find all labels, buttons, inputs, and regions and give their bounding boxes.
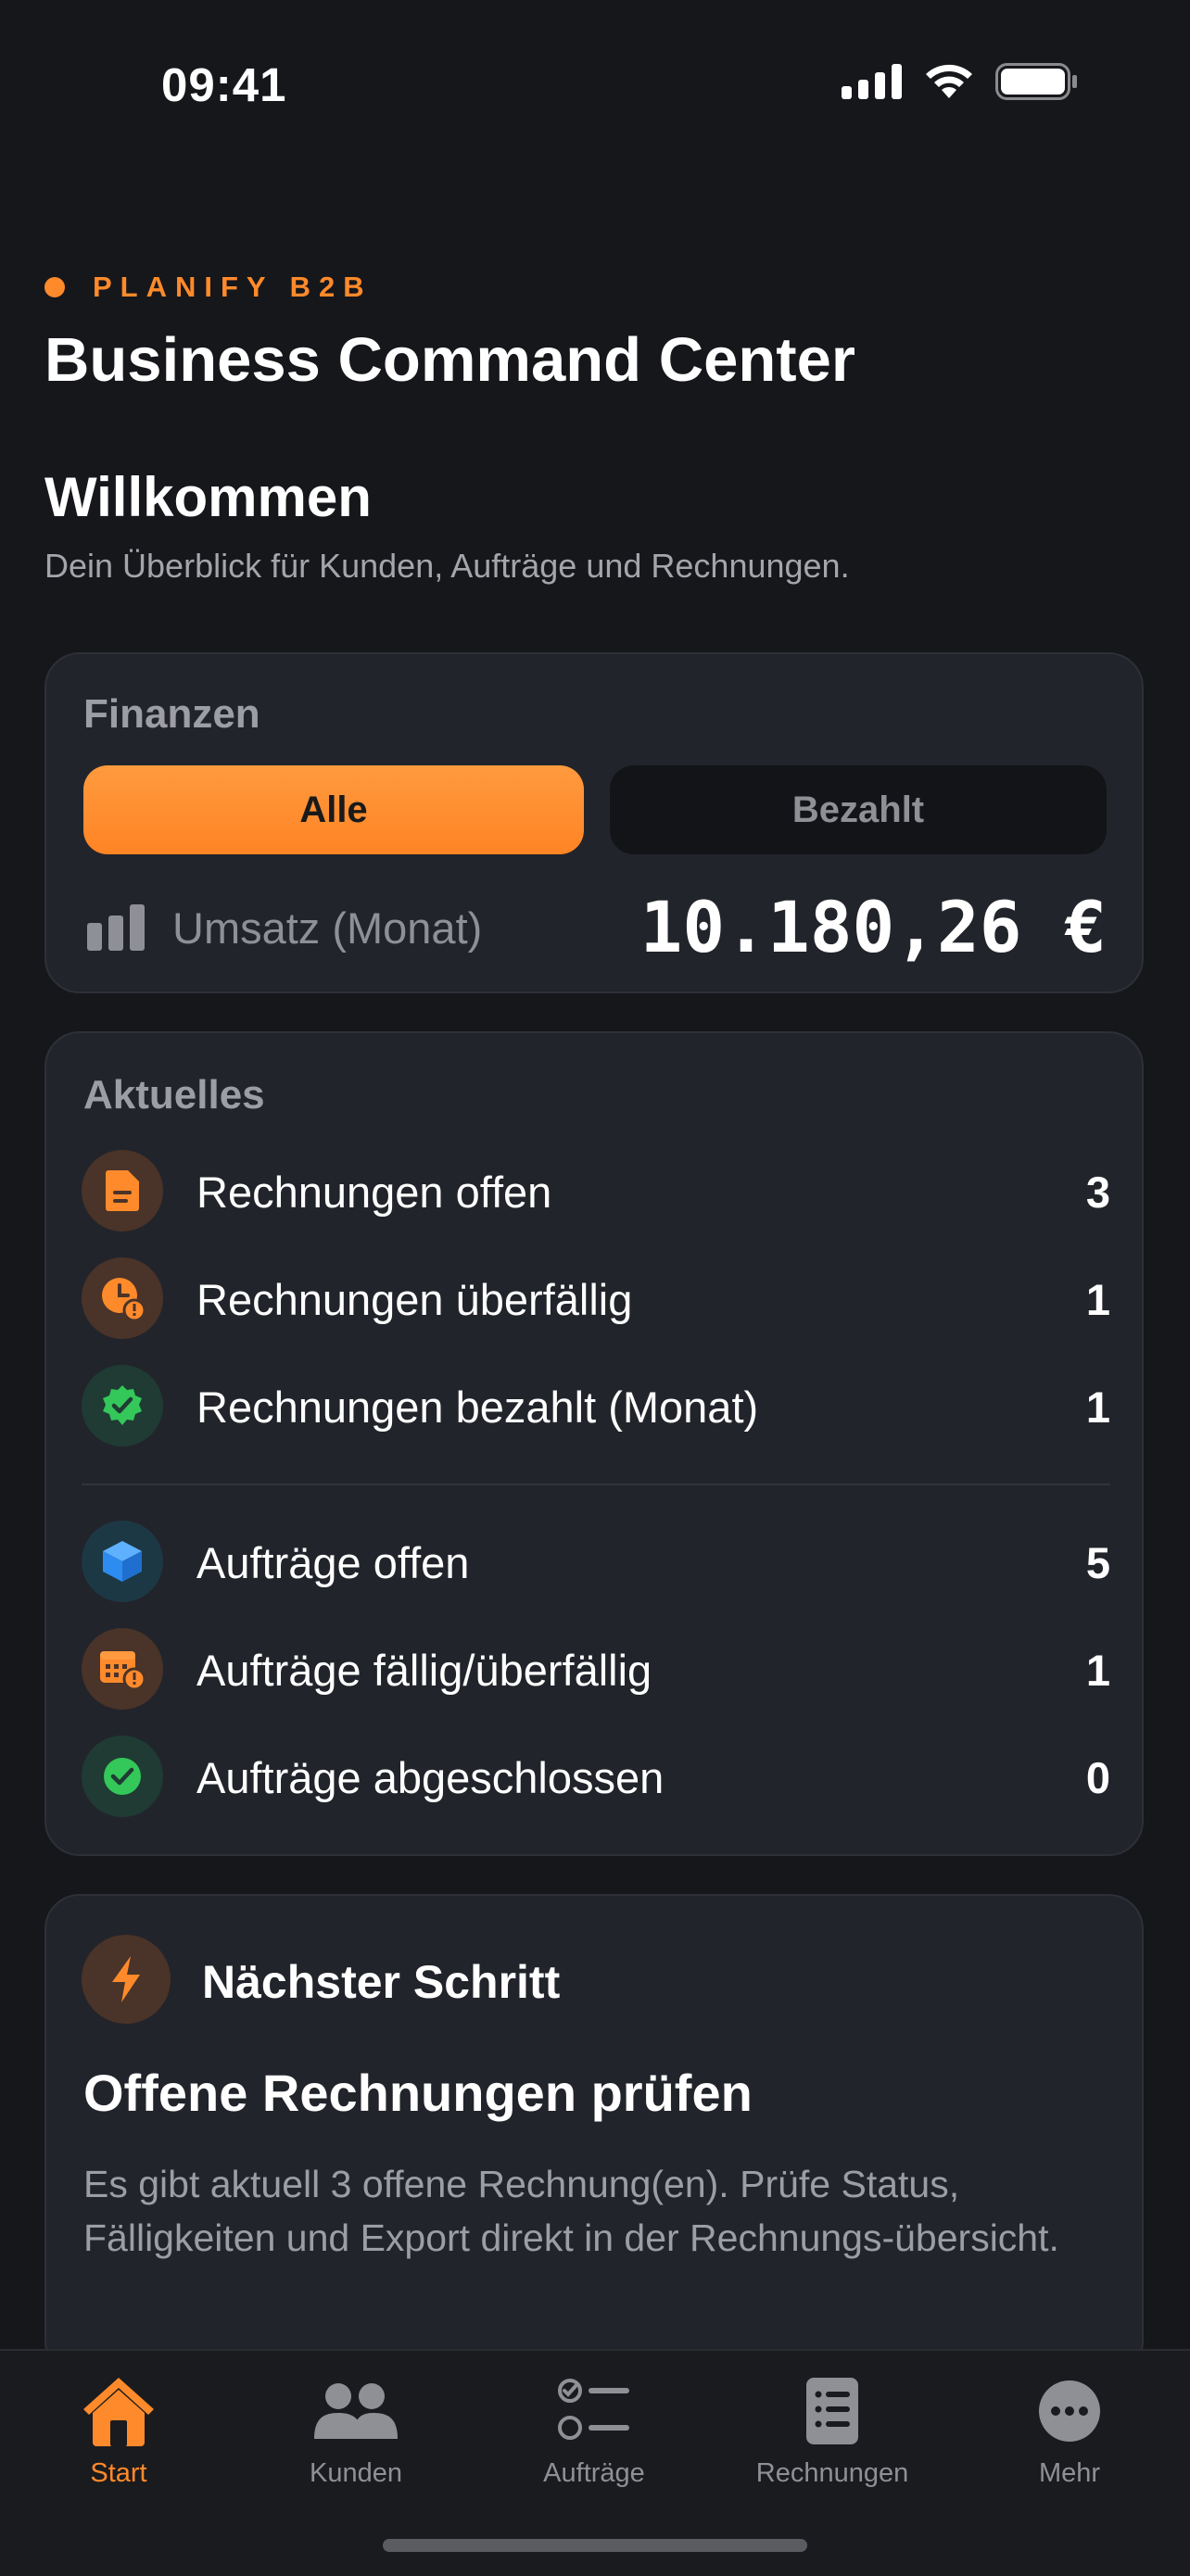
tab-label: Rechnungen xyxy=(755,2458,909,2488)
row-label: Rechnungen offen xyxy=(196,1168,552,1217)
bolt-icon xyxy=(82,1935,171,2024)
cellular-signal-icon xyxy=(842,64,902,99)
tab-auftraege[interactable]: Aufträge xyxy=(501,2369,687,2489)
tab-label: Mehr xyxy=(1038,2458,1101,2488)
finance-card: Finanzen Alle Bezahlt Umsatz (Monat) 10.… xyxy=(44,652,1144,993)
people-icon xyxy=(263,2369,449,2453)
page-title: Business Command Center xyxy=(44,325,855,395)
row-label: Aufträge fällig/überfällig xyxy=(196,1646,652,1695)
tab-rechnungen[interactable]: Rechnungen xyxy=(740,2369,925,2489)
news-title: Aktuelles xyxy=(83,1072,265,1118)
status-icons xyxy=(842,63,1079,100)
check-circle-icon xyxy=(82,1736,163,1817)
tab-label: Kunden xyxy=(310,2458,402,2488)
tab-start[interactable]: Start xyxy=(26,2369,211,2489)
row-label: Aufträge offen xyxy=(196,1538,470,1587)
next-step-card[interactable]: Nächster Schritt Offene Rechnungen prüfe… xyxy=(44,1894,1144,2376)
row-count: 1 xyxy=(1085,1383,1110,1432)
welcome-subtitle: Dein Überblick für Kunden, Aufträge und … xyxy=(44,547,850,585)
finance-title: Finanzen xyxy=(83,691,260,737)
tab-kunden[interactable]: Kunden xyxy=(263,2369,449,2489)
segment-paid[interactable]: Bezahlt xyxy=(610,765,1107,854)
bar-chart-icon xyxy=(87,904,145,951)
row-count: 1 xyxy=(1085,1275,1110,1324)
row-count: 5 xyxy=(1085,1538,1110,1587)
list-item-orders-completed[interactable]: Aufträge abgeschlossen 0 xyxy=(82,1736,1110,1819)
checklist-icon xyxy=(501,2369,687,2453)
brand-label: PLANIFY B2B xyxy=(93,271,373,303)
home-indicator[interactable] xyxy=(383,2539,807,2552)
status-bar: 09:41 xyxy=(0,0,1190,176)
segment-all[interactable]: Alle xyxy=(83,765,584,854)
tab-label: Aufträge xyxy=(543,2458,645,2488)
divider xyxy=(82,1484,1110,1485)
brand-dot-icon xyxy=(44,277,65,297)
checkmark-seal-icon xyxy=(82,1365,163,1446)
more-icon xyxy=(977,2369,1162,2453)
revenue-label: Umsatz (Monat) xyxy=(172,903,483,953)
document-icon xyxy=(82,1150,163,1231)
status-time: 09:41 xyxy=(161,58,287,111)
brand: PLANIFY B2B xyxy=(44,271,373,304)
row-label: Rechnungen überfällig xyxy=(196,1275,633,1324)
box-icon xyxy=(82,1521,163,1602)
next-step-label: Nächster Schritt xyxy=(202,1956,561,2008)
tab-label: Start xyxy=(90,2458,147,2488)
home-icon xyxy=(26,2369,211,2453)
list-document-icon xyxy=(740,2369,925,2453)
next-step-headline: Offene Rechnungen prüfen xyxy=(83,2064,753,2122)
calendar-alert-icon xyxy=(82,1628,163,1710)
news-card: Aktuelles Rechnungen offen 3 Rechnungen … xyxy=(44,1031,1144,1856)
tab-mehr[interactable]: Mehr xyxy=(977,2369,1162,2489)
wifi-icon xyxy=(926,64,972,98)
list-item-invoices-paid[interactable]: Rechnungen bezahlt (Monat) 1 xyxy=(82,1365,1110,1448)
list-item-orders-due[interactable]: Aufträge fällig/überfällig 1 xyxy=(82,1628,1110,1711)
next-step-body: Es gibt aktuell 3 offene Rechnung(en). P… xyxy=(83,2163,1059,2259)
battery-icon xyxy=(995,63,1077,100)
row-count: 0 xyxy=(1085,1753,1110,1802)
list-item-invoices-overdue[interactable]: Rechnungen überfällig 1 xyxy=(82,1257,1110,1341)
revenue-value: 10.180,26 € xyxy=(639,886,1107,968)
row-count: 1 xyxy=(1085,1646,1110,1695)
welcome-heading: Willkommen xyxy=(44,466,372,528)
list-item-invoices-open[interactable]: Rechnungen offen 3 xyxy=(82,1150,1110,1233)
row-label: Aufträge abgeschlossen xyxy=(196,1753,665,1802)
clock-alert-icon xyxy=(82,1257,163,1339)
row-count: 3 xyxy=(1085,1168,1110,1217)
row-label: Rechnungen bezahlt (Monat) xyxy=(196,1383,759,1432)
list-item-orders-open[interactable]: Aufträge offen 5 xyxy=(82,1521,1110,1604)
